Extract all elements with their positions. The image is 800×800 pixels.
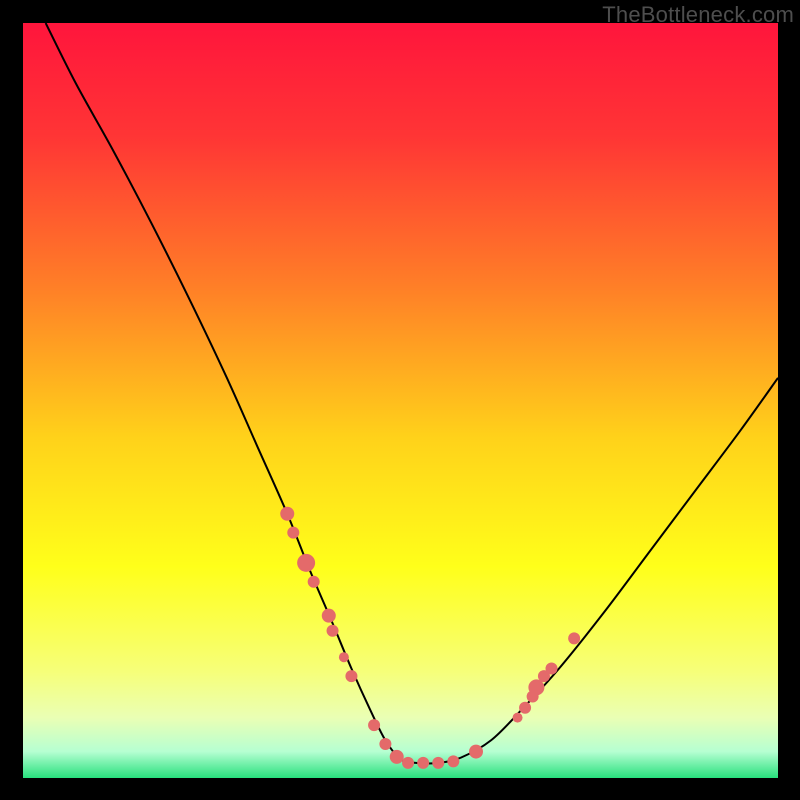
marker-point — [308, 576, 320, 588]
marker-point — [402, 757, 414, 769]
marker-point — [379, 738, 391, 750]
marker-point — [528, 679, 544, 695]
marker-point — [519, 702, 531, 714]
marker-point — [513, 713, 523, 723]
marker-point — [417, 757, 429, 769]
marker-point — [546, 663, 558, 675]
marker-point — [339, 652, 349, 662]
marker-point — [327, 625, 339, 637]
marker-point — [297, 554, 315, 572]
chart-background — [23, 23, 778, 778]
marker-point — [390, 750, 404, 764]
marker-point — [568, 632, 580, 644]
marker-point — [280, 507, 294, 521]
marker-point — [322, 609, 336, 623]
chart-svg — [23, 23, 778, 778]
marker-point — [469, 745, 483, 759]
marker-point — [432, 757, 444, 769]
marker-point — [287, 527, 299, 539]
chart-frame — [23, 23, 778, 778]
marker-point — [447, 755, 459, 767]
marker-point — [345, 670, 357, 682]
marker-point — [368, 719, 380, 731]
